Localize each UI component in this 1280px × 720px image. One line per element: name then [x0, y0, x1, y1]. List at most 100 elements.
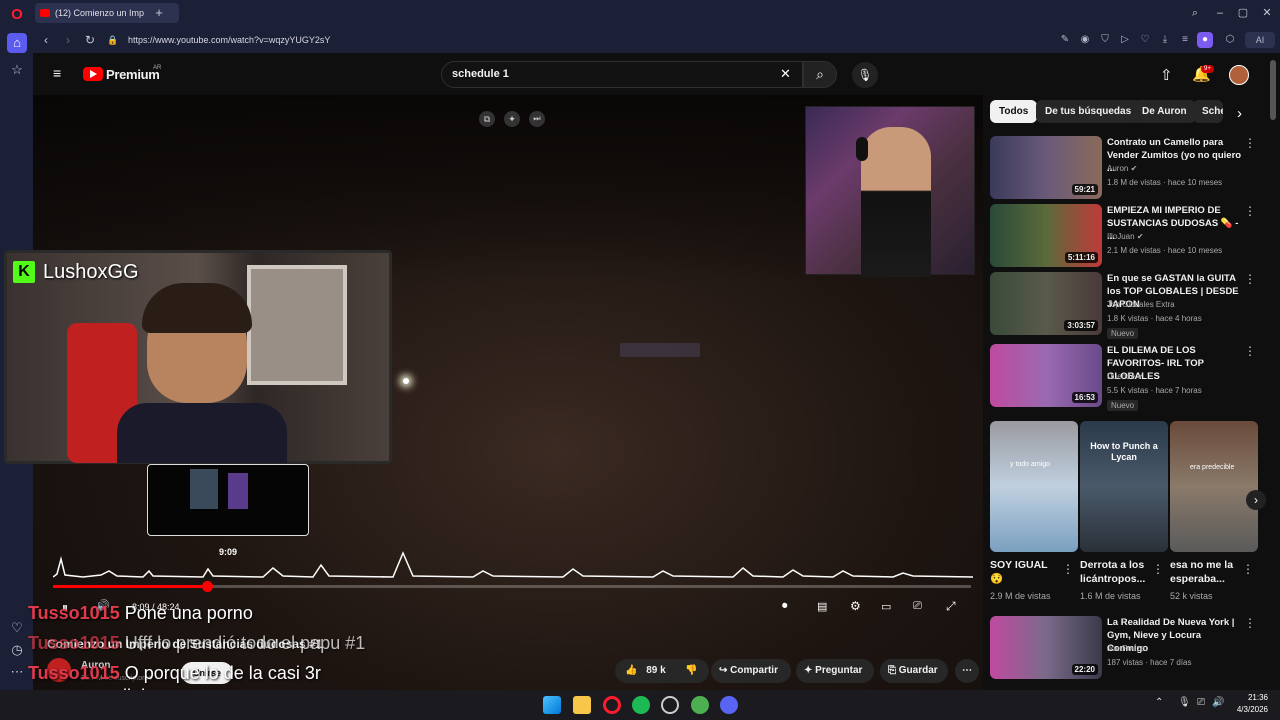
heart-outline-icon[interactable]: ♡	[1137, 32, 1153, 48]
steam-icon[interactable]	[661, 696, 679, 714]
opera-taskbar-icon[interactable]	[603, 696, 621, 714]
shield-icon[interactable]: ⛉	[1097, 32, 1113, 48]
play-icon[interactable]: ▷	[1117, 32, 1133, 48]
cast-icon[interactable]: ⎚	[913, 600, 922, 613]
chip-from-auron[interactable]: De Auron	[1133, 100, 1196, 123]
recommendation-1[interactable]: 59:21 Contrato un Camello para Vender Zu…	[990, 136, 1260, 201]
page-scrollbar[interactable]	[1270, 60, 1276, 120]
like-icon[interactable]: 👍	[625, 665, 637, 676]
app-icon[interactable]	[691, 696, 709, 714]
dislike-icon[interactable]: 👎	[685, 659, 697, 683]
voice-search-icon[interactable]: 🎙	[852, 62, 878, 88]
theater-mode-icon[interactable]: ▭	[881, 600, 891, 613]
account-avatar[interactable]	[1229, 65, 1249, 85]
short-title[interactable]: SOY IGUAL 😯	[990, 558, 1058, 586]
sparkle-icon[interactable]: ✦	[504, 111, 520, 127]
short-more-icon[interactable]: ⋮	[1152, 562, 1164, 576]
forward-icon[interactable]: ›	[58, 30, 78, 50]
search-box[interactable]: schedule 1 ✕	[441, 61, 803, 88]
recommendation-4[interactable]: 16:53 EL DILEMA DE LOS FAVORITOS- IRL TO…	[990, 344, 1260, 411]
more-actions-icon[interactable]: ⋯	[955, 659, 979, 683]
close-window-icon[interactable]: ✕	[1257, 4, 1277, 22]
home-icon[interactable]: ⌂	[7, 33, 27, 53]
video-thumbnail[interactable]: 5:11:16	[990, 204, 1102, 267]
short-title[interactable]: esa no me la esperaba...	[1170, 558, 1238, 586]
more-options-icon[interactable]: ⋮	[1244, 344, 1256, 358]
chips-next-icon[interactable]: ›	[1237, 105, 1242, 122]
recommendation-5[interactable]: 22:20 La Realidad De Nueva York | Gym, N…	[990, 616, 1260, 681]
share-button[interactable]: ↪ Compartir	[711, 659, 791, 683]
upload-icon[interactable]: ⇧	[1160, 66, 1173, 84]
short-3-thumbnail[interactable]: era predecible	[1170, 421, 1258, 552]
network-icon[interactable]: ⎚	[1197, 697, 1205, 708]
speaker-icon[interactable]: 🔊	[1212, 697, 1224, 708]
short-title[interactable]: Derrota a los licántropos...	[1080, 558, 1148, 586]
start-icon[interactable]	[543, 696, 561, 714]
heart-icon[interactable]: ♡	[7, 618, 27, 638]
progress-track[interactable]	[53, 581, 971, 592]
short-1-thumbnail[interactable]: y todo amigo	[990, 421, 1078, 552]
channel-name[interactable]: Top Globales Extra	[1107, 300, 1175, 309]
discord-icon[interactable]	[720, 696, 738, 714]
recommendation-3[interactable]: 3:03:57 En que se GASTAN la GUITA los TO…	[990, 272, 1260, 339]
like-count[interactable]: 89 k	[646, 665, 665, 676]
video-thumbnail[interactable]: 22:20	[990, 616, 1102, 679]
clock-date[interactable]: 4/3/2026	[1228, 705, 1268, 714]
chip-schedule[interactable]: Sche	[1193, 100, 1223, 123]
ai-button[interactable]: AI	[1245, 32, 1275, 48]
video-thumbnail[interactable]: 16:53	[990, 344, 1102, 407]
video-thumbnail[interactable]: 3:03:57	[990, 272, 1102, 335]
minimize-icon[interactable]: –	[1210, 4, 1230, 22]
short-2-thumbnail[interactable]: How to Punch a Lycan	[1080, 421, 1168, 552]
edit-icon[interactable]: ✎	[1057, 32, 1073, 48]
more-options-icon[interactable]: ⋮	[1244, 204, 1256, 218]
channel-name[interactable]: Duende ✔	[1107, 372, 1144, 381]
search-button[interactable]: ⌕	[803, 61, 837, 88]
spotify-icon[interactable]	[632, 696, 650, 714]
short-more-icon[interactable]: ⋮	[1242, 562, 1254, 576]
speed-dial-icon[interactable]: ☆	[7, 60, 27, 80]
back-icon[interactable]: ‹	[36, 30, 56, 50]
menu-icon[interactable]: ≡	[1177, 32, 1193, 48]
new-tab-button[interactable]: +	[149, 4, 169, 22]
file-explorer-icon[interactable]	[573, 696, 591, 714]
more-options-icon[interactable]: ⋮	[1244, 136, 1256, 150]
channel-name[interactable]: IlloJuan ✔	[1107, 232, 1144, 241]
hamburger-menu-icon[interactable]: ≡	[53, 66, 67, 80]
chip-from-searches[interactable]: De tus búsquedas	[1036, 100, 1141, 123]
url-field[interactable]: https://www.youtube.com/watch?v=wqzyYUGY…	[128, 31, 728, 49]
channel-name[interactable]: Joe Pouze	[1107, 644, 1145, 653]
channel-name[interactable]: Auron ✔	[1107, 164, 1137, 173]
settings-gear-icon[interactable]: ⚙	[850, 599, 861, 613]
save-button[interactable]: ⎘ Guardar	[880, 659, 948, 683]
microphone-tray-icon[interactable]: 🎙	[1178, 697, 1191, 708]
youtube-logo-icon[interactable]	[83, 67, 103, 81]
reload-icon[interactable]: ↻	[80, 30, 100, 50]
tray-chevron-icon[interactable]: ⌃	[1155, 697, 1163, 708]
more-options-icon[interactable]: ⋮	[1244, 616, 1256, 630]
search-tabs-icon[interactable]: ⌕	[1185, 4, 1205, 22]
recommendation-2[interactable]: 5:11:16 EMPIEZA MI IMPERIO DE SUSTANCIAS…	[990, 204, 1260, 269]
chip-all[interactable]: Todos	[990, 100, 1038, 123]
autoplay-toggle-icon[interactable]: ⏺	[782, 600, 788, 613]
more-icon[interactable]: ⋯	[7, 662, 27, 682]
opera-logo-icon[interactable]: O	[7, 5, 27, 25]
extensions-icon[interactable]: ⬡	[1222, 32, 1238, 48]
clock-time[interactable]: 21:36	[1238, 693, 1268, 702]
shorts-next-icon[interactable]: ›	[1246, 490, 1266, 510]
more-options-icon[interactable]: ⋮	[1244, 272, 1256, 286]
skip-icon[interactable]: ⏭	[529, 111, 545, 127]
miniplayer-icon[interactable]: ⧉	[479, 111, 495, 127]
video-thumbnail[interactable]: 59:21	[990, 136, 1102, 199]
history-icon[interactable]: ◷	[7, 640, 27, 660]
subtitles-icon[interactable]: ▤	[817, 600, 827, 613]
short-more-icon[interactable]: ⋮	[1062, 562, 1074, 576]
download-icon[interactable]: ⤓	[1157, 32, 1173, 48]
maximize-icon[interactable]: ▢	[1233, 4, 1253, 22]
camera-icon[interactable]: ◉	[1077, 32, 1093, 48]
ask-button[interactable]: ✦ Preguntar	[796, 659, 874, 683]
clear-search-icon[interactable]: ✕	[780, 66, 791, 82]
fullscreen-icon[interactable]: ⤢	[946, 599, 956, 614]
search-input[interactable]: schedule 1	[452, 68, 509, 80]
profile-icon[interactable]: ●	[1197, 32, 1213, 48]
